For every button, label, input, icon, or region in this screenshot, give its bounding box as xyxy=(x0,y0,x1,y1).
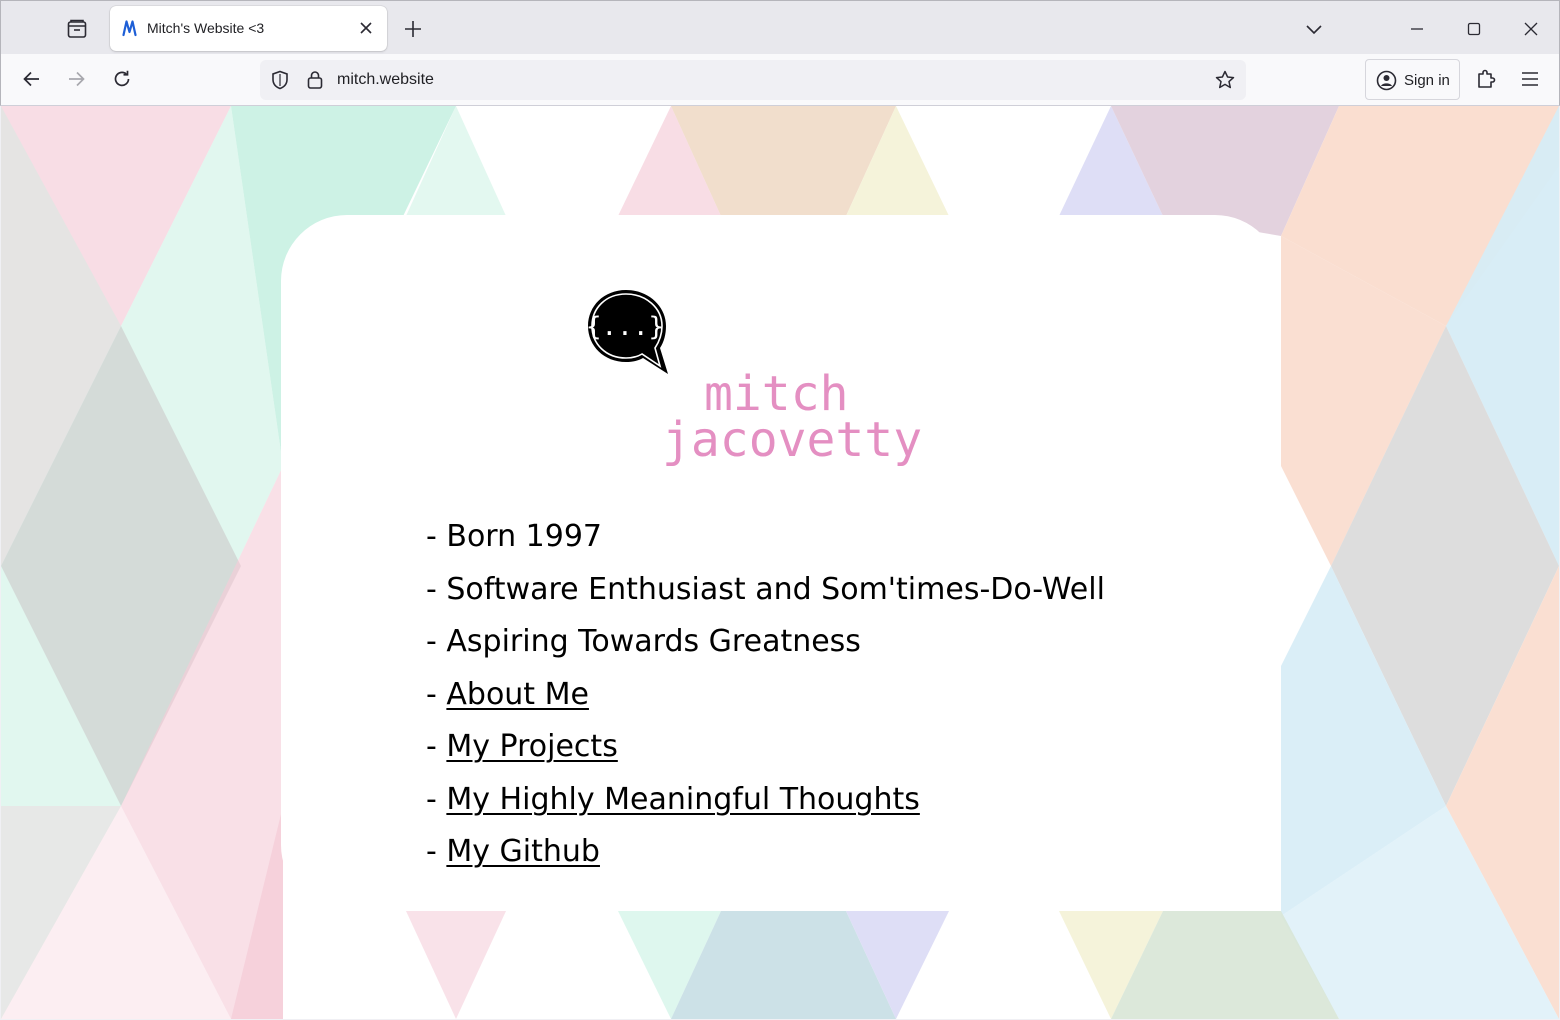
window-close-button[interactable] xyxy=(1508,11,1554,47)
about-me-link[interactable]: About Me xyxy=(446,677,589,712)
list-dash: - xyxy=(426,571,447,607)
minimize-icon xyxy=(1411,28,1423,30)
chevron-down-icon xyxy=(1306,25,1322,35)
maximize-button[interactable] xyxy=(1451,11,1497,47)
lock-icon[interactable] xyxy=(306,69,324,91)
navigation-toolbar: mitch.website Sign in xyxy=(0,54,1560,106)
sign-in-button[interactable]: Sign in xyxy=(1365,59,1460,100)
list-item-enthusiast: - Software Enthusiast and Som'times-Do-W… xyxy=(426,564,1105,617)
address-bar[interactable]: mitch.website xyxy=(260,60,1246,100)
list-item-github: - My Github xyxy=(426,826,1105,879)
plus-icon xyxy=(405,21,421,37)
logo-last-name: jacovetty xyxy=(662,412,923,468)
list-dash: - xyxy=(426,729,447,764)
fact-born: Born 1997 xyxy=(446,519,603,554)
tab-title: Mitch's Website <3 xyxy=(147,20,265,36)
site-favicon-icon xyxy=(122,20,137,37)
account-icon xyxy=(1376,70,1397,91)
list-item-projects: - My Projects xyxy=(426,721,1105,774)
close-icon xyxy=(360,22,372,34)
list-dash: - xyxy=(426,624,447,659)
list-dash: - xyxy=(426,676,447,712)
minimize-button[interactable] xyxy=(1394,11,1440,47)
tab-close-button[interactable] xyxy=(356,18,376,38)
maximize-icon xyxy=(1467,22,1481,36)
bio-list: - Born 1997 - Software Enthusiast and So… xyxy=(426,511,1105,879)
my-projects-link[interactable]: My Projects xyxy=(446,729,617,764)
fact-aspiring: Aspiring Towards Greatness xyxy=(446,624,861,659)
fact-enthusiast: Software Enthusiast and Som'times-Do-Wel… xyxy=(446,571,1105,607)
tab-strip: Mitch's Website <3 xyxy=(0,0,1560,54)
list-item-thoughts: - My Highly Meaningful Thoughts xyxy=(426,774,1105,827)
list-dash: - xyxy=(426,781,447,817)
hamburger-menu-icon xyxy=(1522,72,1538,86)
github-link[interactable]: My Github xyxy=(446,834,600,869)
bookmark-star-icon[interactable] xyxy=(1214,69,1236,91)
app-menu-button[interactable] xyxy=(1513,62,1547,96)
browser-chrome: Mitch's Website <3 mitch.website Sign in xyxy=(0,0,1560,106)
arrow-right-icon xyxy=(69,71,85,87)
extensions-button[interactable] xyxy=(1469,62,1503,96)
reload-icon xyxy=(114,70,130,87)
page-viewport: {...} mitch jacovetty - Born 1997 - Soft… xyxy=(1,106,1559,1019)
list-all-tabs-button[interactable] xyxy=(1299,15,1329,43)
url-text[interactable]: mitch.website xyxy=(337,71,434,89)
tab-active[interactable]: Mitch's Website <3 xyxy=(110,6,387,51)
firefox-view-button[interactable] xyxy=(59,12,95,46)
list-item-born: - Born 1997 xyxy=(426,511,1105,564)
list-dash: - xyxy=(426,834,447,869)
back-button[interactable] xyxy=(15,62,49,96)
list-dash: - xyxy=(426,519,447,554)
profile-card: {...} mitch jacovetty - Born 1997 - Soft… xyxy=(281,215,1281,911)
sign-in-label: Sign in xyxy=(1404,72,1450,89)
list-item-aspiring: - Aspiring Towards Greatness xyxy=(426,616,1105,669)
logo-glyph: {...} xyxy=(586,312,664,342)
list-item-about-me: - About Me xyxy=(426,669,1105,722)
puzzle-piece-icon xyxy=(1478,69,1496,88)
close-icon xyxy=(1524,22,1538,36)
code-speech-bubble-logo-icon: {...} xyxy=(586,290,668,374)
new-tab-button[interactable] xyxy=(399,15,427,43)
reload-button[interactable] xyxy=(105,62,139,96)
firefox-view-icon xyxy=(67,19,87,38)
forward-button[interactable] xyxy=(59,62,93,96)
arrow-left-icon xyxy=(23,71,39,87)
thoughts-link[interactable]: My Highly Meaningful Thoughts xyxy=(446,782,919,817)
shield-icon[interactable] xyxy=(269,69,291,91)
